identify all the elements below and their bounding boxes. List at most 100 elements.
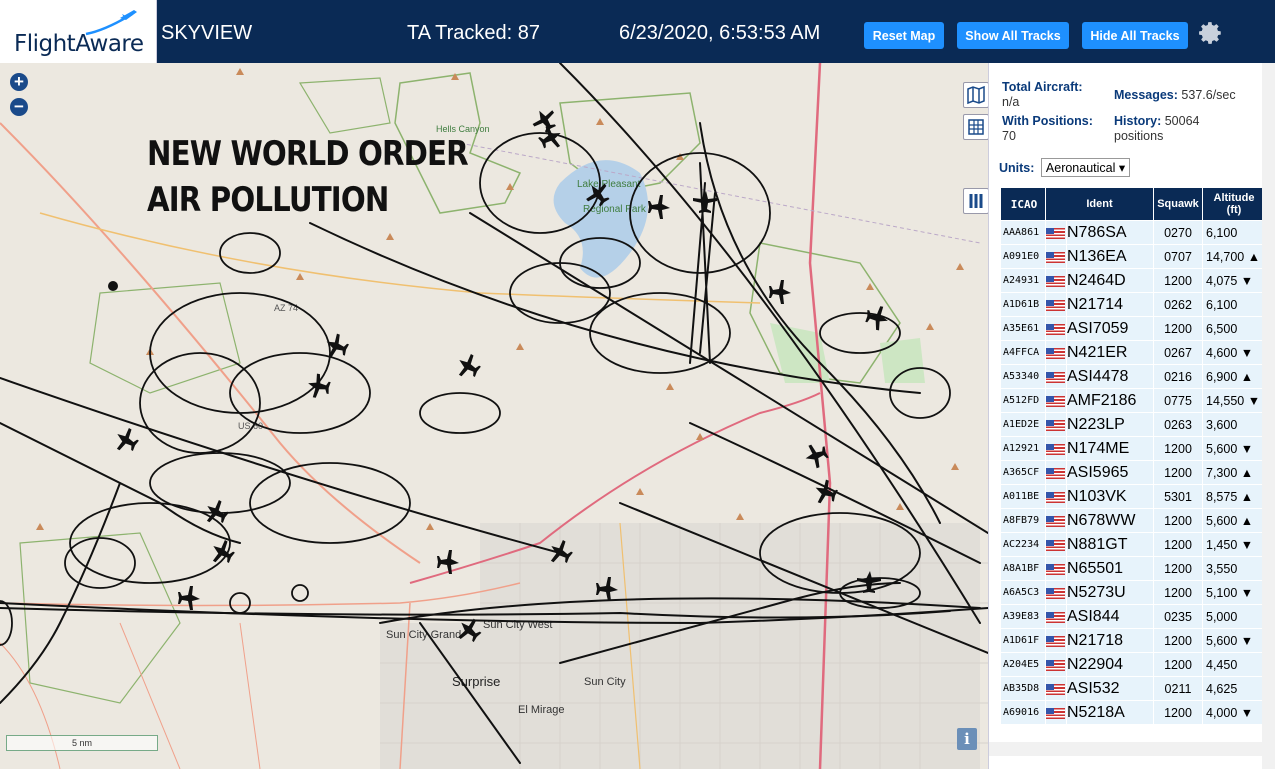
column-header-squawk[interactable]: Squawk [1154, 188, 1202, 220]
us-flag-icon [1046, 413, 1066, 436]
table-row[interactable]: A091E0 N136EA 0707 14,700 ▲ [1001, 245, 1262, 268]
altitude-cell: 1,450 ▼ [1203, 533, 1262, 556]
squawk-cell: 1200 [1154, 653, 1202, 676]
icao-cell: AAA861 [1001, 221, 1045, 244]
grid-icon [968, 119, 984, 135]
show-all-tracks-button[interactable]: Show All Tracks [957, 22, 1069, 49]
table-row[interactable]: A512FD AMF2186 0775 14,550 ▼ [1001, 389, 1262, 412]
icao-cell: A24931 [1001, 269, 1045, 292]
table-row[interactable]: A8FB79 N678WW 1200 5,600 ▲ [1001, 509, 1262, 532]
history-label: History: [1114, 114, 1162, 128]
table-row[interactable]: A39E83 ASI844 0235 5,000 [1001, 605, 1262, 628]
map-icon [967, 85, 985, 105]
units-select[interactable]: Aeronautical ▾ [1040, 158, 1131, 177]
with-positions-label: With Positions: [1002, 114, 1093, 128]
grid-toggle-button[interactable] [963, 114, 988, 140]
altitude-cell: 6,100 [1203, 293, 1262, 316]
zoom-in-button[interactable]: + [10, 73, 28, 91]
table-row[interactable]: A1D61B N21714 0262 6,100 [1001, 293, 1262, 316]
info-button[interactable]: i [957, 728, 977, 750]
altitude-cell: 4,000 ▼ [1203, 701, 1262, 724]
map-label-el-mirage: El Mirage [518, 704, 564, 716]
altitude-cell: 5,000 [1203, 605, 1262, 628]
table-row[interactable]: A6A5C3 N5273U 1200 5,100 ▼ [1001, 581, 1262, 604]
overlay-caption: NEW WORLD ORDER AIR POLLUTION [147, 131, 469, 223]
table-row[interactable]: A365CF ASI5965 1200 7,300 ▲ [1001, 461, 1262, 484]
icao-cell: A35E61 [1001, 317, 1045, 340]
table-row[interactable]: A204E5 N22904 1200 4,450 [1001, 653, 1262, 676]
ident-cell: N5273U [1067, 581, 1153, 604]
columns-toggle-button[interactable] [963, 188, 988, 214]
table-row[interactable]: A53340 ASI4478 0216 6,900 ▲ [1001, 365, 1262, 388]
table-row[interactable]: A011BE N103VK 5301 8,575 ▲ [1001, 485, 1262, 508]
current-datetime: 6/23/2020, 6:53:53 AM [619, 22, 821, 44]
total-aircraft-stat: Total Aircraft: n/a [1002, 80, 1083, 110]
altitude-cell: 6,100 [1203, 221, 1262, 244]
squawk-cell: 0707 [1154, 245, 1202, 268]
vertical-scrollbar[interactable] [1262, 63, 1275, 769]
icao-cell: A4FFCA [1001, 341, 1045, 364]
us-flag-icon [1046, 581, 1066, 604]
us-flag-icon [1046, 701, 1066, 724]
icao-cell: AB35D8 [1001, 677, 1045, 700]
overlay-caption-line2: AIR POLLUTION [147, 180, 389, 220]
column-header-ident[interactable]: Ident [1046, 188, 1153, 220]
icao-cell: A204E5 [1001, 653, 1045, 676]
messages-label: Messages: [1114, 88, 1178, 102]
reset-map-button[interactable]: Reset Map [864, 22, 944, 49]
table-row[interactable]: A4FFCA N421ER 0267 4,600 ▼ [1001, 341, 1262, 364]
us-flag-icon [1046, 653, 1066, 676]
icao-cell: A12921 [1001, 437, 1045, 460]
column-header-altitude[interactable]: Altitude (ft) [1203, 188, 1262, 220]
squawk-cell: 1200 [1154, 509, 1202, 532]
with-positions-value: 70 [1002, 129, 1016, 143]
map-layers-button[interactable] [963, 82, 988, 108]
icao-cell: A8A1BF [1001, 557, 1045, 580]
scale-bar: 5 nm [6, 735, 158, 751]
table-row[interactable]: A8A1BF N65501 1200 3,550 [1001, 557, 1262, 580]
ident-cell: N881GT [1067, 533, 1153, 556]
table-row[interactable]: A1D61F N21718 1200 5,600 ▼ [1001, 629, 1262, 652]
units-row: Units: Aeronautical ▾ [999, 158, 1131, 177]
ident-cell: N786SA [1067, 221, 1153, 244]
altitude-cell: 6,900 ▲ [1203, 365, 1262, 388]
squawk-cell: 0263 [1154, 413, 1202, 436]
table-row[interactable]: A35E61 ASI7059 1200 6,500 [1001, 317, 1262, 340]
horizontal-scrollbar[interactable] [989, 742, 1275, 756]
zoom-out-button[interactable]: − [10, 98, 28, 116]
gear-icon[interactable] [1198, 20, 1224, 46]
table-row[interactable]: A1ED2E N223LP 0263 3,600 [1001, 413, 1262, 436]
ident-cell: ASI844 [1067, 605, 1153, 628]
aircraft-icon [458, 353, 481, 378]
us-flag-icon [1046, 269, 1066, 292]
table-row[interactable]: AC2234 N881GT 1200 1,450 ▼ [1001, 533, 1262, 556]
tracked-count: TA Tracked: 87 [407, 22, 541, 44]
header-bar: FlightAware SKYVIEW TA Tracked: 87 6/23/… [0, 0, 1275, 63]
column-header-icao[interactable]: ICAO [1001, 188, 1045, 220]
squawk-cell: 0262 [1154, 293, 1202, 316]
table-row[interactable]: A12921 N174ME 1200 5,600 ▼ [1001, 437, 1262, 460]
altitude-cell: 3,600 [1203, 413, 1262, 436]
columns-icon [969, 194, 983, 208]
us-flag-icon [1046, 341, 1066, 364]
hide-all-tracks-button[interactable]: Hide All Tracks [1082, 22, 1188, 49]
table-row[interactable]: AAA861 N786SA 0270 6,100 [1001, 221, 1262, 244]
altitude-cell: 8,575 ▲ [1203, 485, 1262, 508]
with-positions-stat: With Positions: 70 [1002, 114, 1093, 144]
map-label-sun-city-grand: Sun City Grand [386, 629, 461, 641]
aircraft-icon [308, 373, 331, 398]
aircraft-icon [178, 586, 200, 610]
table-row[interactable]: A24931 N2464D 1200 4,075 ▼ [1001, 269, 1262, 292]
altitude-cell: 3,550 [1203, 557, 1262, 580]
flightaware-logo[interactable]: FlightAware [0, 0, 157, 63]
squawk-cell: 1200 [1154, 701, 1202, 724]
history-value: 50064 [1164, 114, 1200, 128]
map-view[interactable]: Hells Canyon Lake Pleasant Regional Park… [0, 63, 988, 769]
app-title: SKYVIEW [161, 22, 253, 44]
ident-cell: N103VK [1067, 485, 1153, 508]
table-row[interactable]: A69016 N5218A 1200 4,000 ▼ [1001, 701, 1262, 724]
messages-stat: Messages: 537.6/sec [1114, 88, 1236, 103]
squawk-cell: 5301 [1154, 485, 1202, 508]
ident-cell: ASI532 [1067, 677, 1153, 700]
table-row[interactable]: AB35D8 ASI532 0211 4,625 [1001, 677, 1262, 700]
